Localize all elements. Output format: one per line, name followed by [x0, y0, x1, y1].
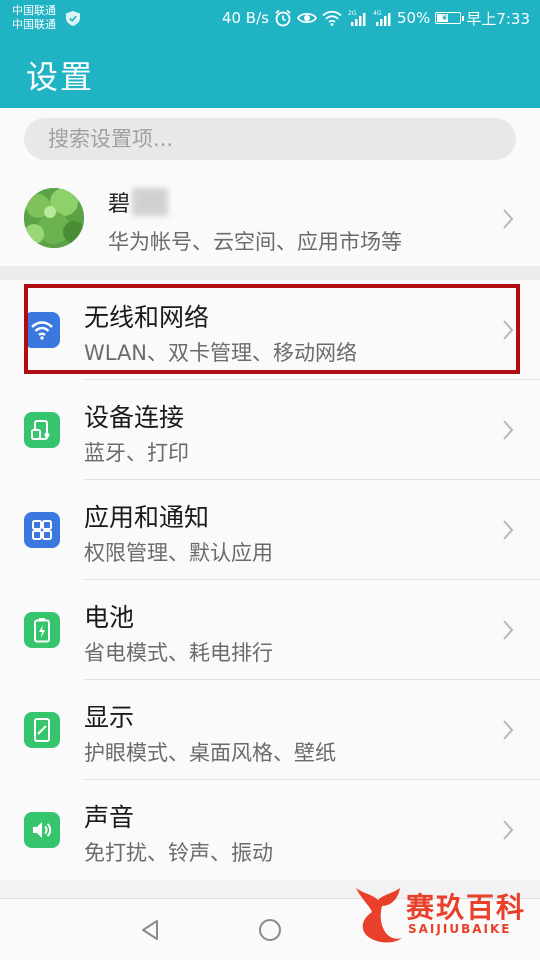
settings-item-label: 设备连接: [84, 403, 185, 432]
settings-item-wireless-network[interactable]: 无线和网络 WLAN、双卡管理、移动网络: [0, 280, 540, 380]
chevron-right-icon: [503, 209, 514, 229]
settings-item-subtitle: 护眼模式、桌面风格、壁纸: [84, 741, 336, 765]
net-speed: 40 B/s: [221, 9, 269, 27]
search-area: 搜索设置项...: [0, 108, 540, 172]
settings-item-subtitle: WLAN、双卡管理、移动网络: [84, 341, 358, 365]
settings-item-battery[interactable]: 电池 省电模式、耗电排行: [0, 580, 540, 680]
chevron-right-icon: [503, 320, 514, 340]
settings-item-subtitle: 省电模式、耗电排行: [84, 641, 273, 665]
carrier-sim2: 中国联通: [12, 18, 56, 31]
settings-item-label: 无线和网络: [84, 303, 210, 332]
eco-leaf-icon: ❦: [441, 13, 449, 22]
settings-item-subtitle: 蓝牙、打印: [84, 441, 189, 465]
clock: 早上7:33: [466, 9, 530, 28]
settings-item-subtitle: 权限管理、默认应用: [84, 541, 273, 565]
watermark: 赛玖百科 SAIJIUBAIKE: [350, 884, 540, 946]
device-connect-icon: [24, 412, 60, 448]
status-indicators: 40 B/s 2G 4G 50% ❦ 早上7:33: [222, 6, 530, 30]
settings-item-sound[interactable]: 声音 免打扰、铃声、振动: [0, 780, 540, 880]
wifi-icon: [24, 312, 60, 348]
chevron-right-icon: [503, 820, 514, 840]
page-title: 设置: [26, 58, 95, 96]
signal-sim2-icon: 4G: [373, 10, 391, 26]
settings-item-label: 电池: [84, 603, 135, 632]
settings-item-device-connection[interactable]: 设备连接 蓝牙、打印: [0, 380, 540, 480]
account-subtitle: 华为帐号、云空间、应用市场等: [108, 230, 402, 254]
title-bar: 设置: [0, 38, 540, 108]
account-name-redacted: [132, 188, 168, 216]
account-row[interactable]: 碧 华为帐号、云空间、应用市场等: [0, 172, 540, 266]
whale-tail-logo-icon: [356, 888, 402, 943]
wifi-status-icon: [322, 10, 342, 26]
chevron-right-icon: [503, 520, 514, 540]
alarm-icon: [275, 9, 291, 27]
chevron-right-icon: [503, 420, 514, 440]
signal-sim1-icon: 2G: [348, 10, 366, 26]
avatar: [24, 188, 84, 248]
watermark-title: 赛玖百科: [406, 891, 527, 924]
eye-comfort-icon: [296, 12, 317, 24]
settings-item-apps-notifications[interactable]: 应用和通知 权限管理、默认应用: [0, 480, 540, 580]
svg-text:4G: 4G: [373, 10, 382, 17]
svg-text:2G: 2G: [348, 10, 357, 17]
settings-item-subtitle: 免打扰、铃声、振动: [84, 841, 273, 865]
battery-icon: [24, 612, 60, 648]
home-icon[interactable]: [258, 918, 282, 942]
chevron-right-icon: [503, 720, 514, 740]
settings-item-display[interactable]: 显示 护眼模式、桌面风格、壁纸: [0, 680, 540, 780]
settings-item-label: 显示: [84, 703, 135, 732]
settings-item-label: 应用和通知: [84, 503, 210, 532]
apps-grid-icon: [24, 512, 60, 548]
search-input[interactable]: 搜索设置项...: [24, 118, 516, 160]
status-bar: 中国联通 中国联通 40 B/s 2G 4G 50% ❦ 早上7:33: [0, 0, 540, 38]
account-name: 碧: [108, 192, 131, 217]
battery-icon: ❦: [435, 12, 465, 24]
chevron-right-icon: [503, 620, 514, 640]
display-icon: [24, 712, 60, 748]
carrier-labels: 中国联通 中国联通: [12, 4, 56, 32]
carrier-sim1: 中国联通: [12, 4, 56, 17]
back-icon[interactable]: [138, 918, 162, 942]
settings-item-label: 声音: [84, 803, 135, 832]
battery-percent: 50%: [396, 9, 431, 27]
watermark-subtitle: SAIJIUBAIKE: [408, 922, 512, 936]
settings-list: 无线和网络 WLAN、双卡管理、移动网络 设备连接 蓝牙、打印 应用和通知 权限…: [0, 280, 540, 880]
sound-icon: [24, 812, 60, 848]
shield-icon: [66, 11, 80, 26]
section-divider: [0, 266, 540, 280]
